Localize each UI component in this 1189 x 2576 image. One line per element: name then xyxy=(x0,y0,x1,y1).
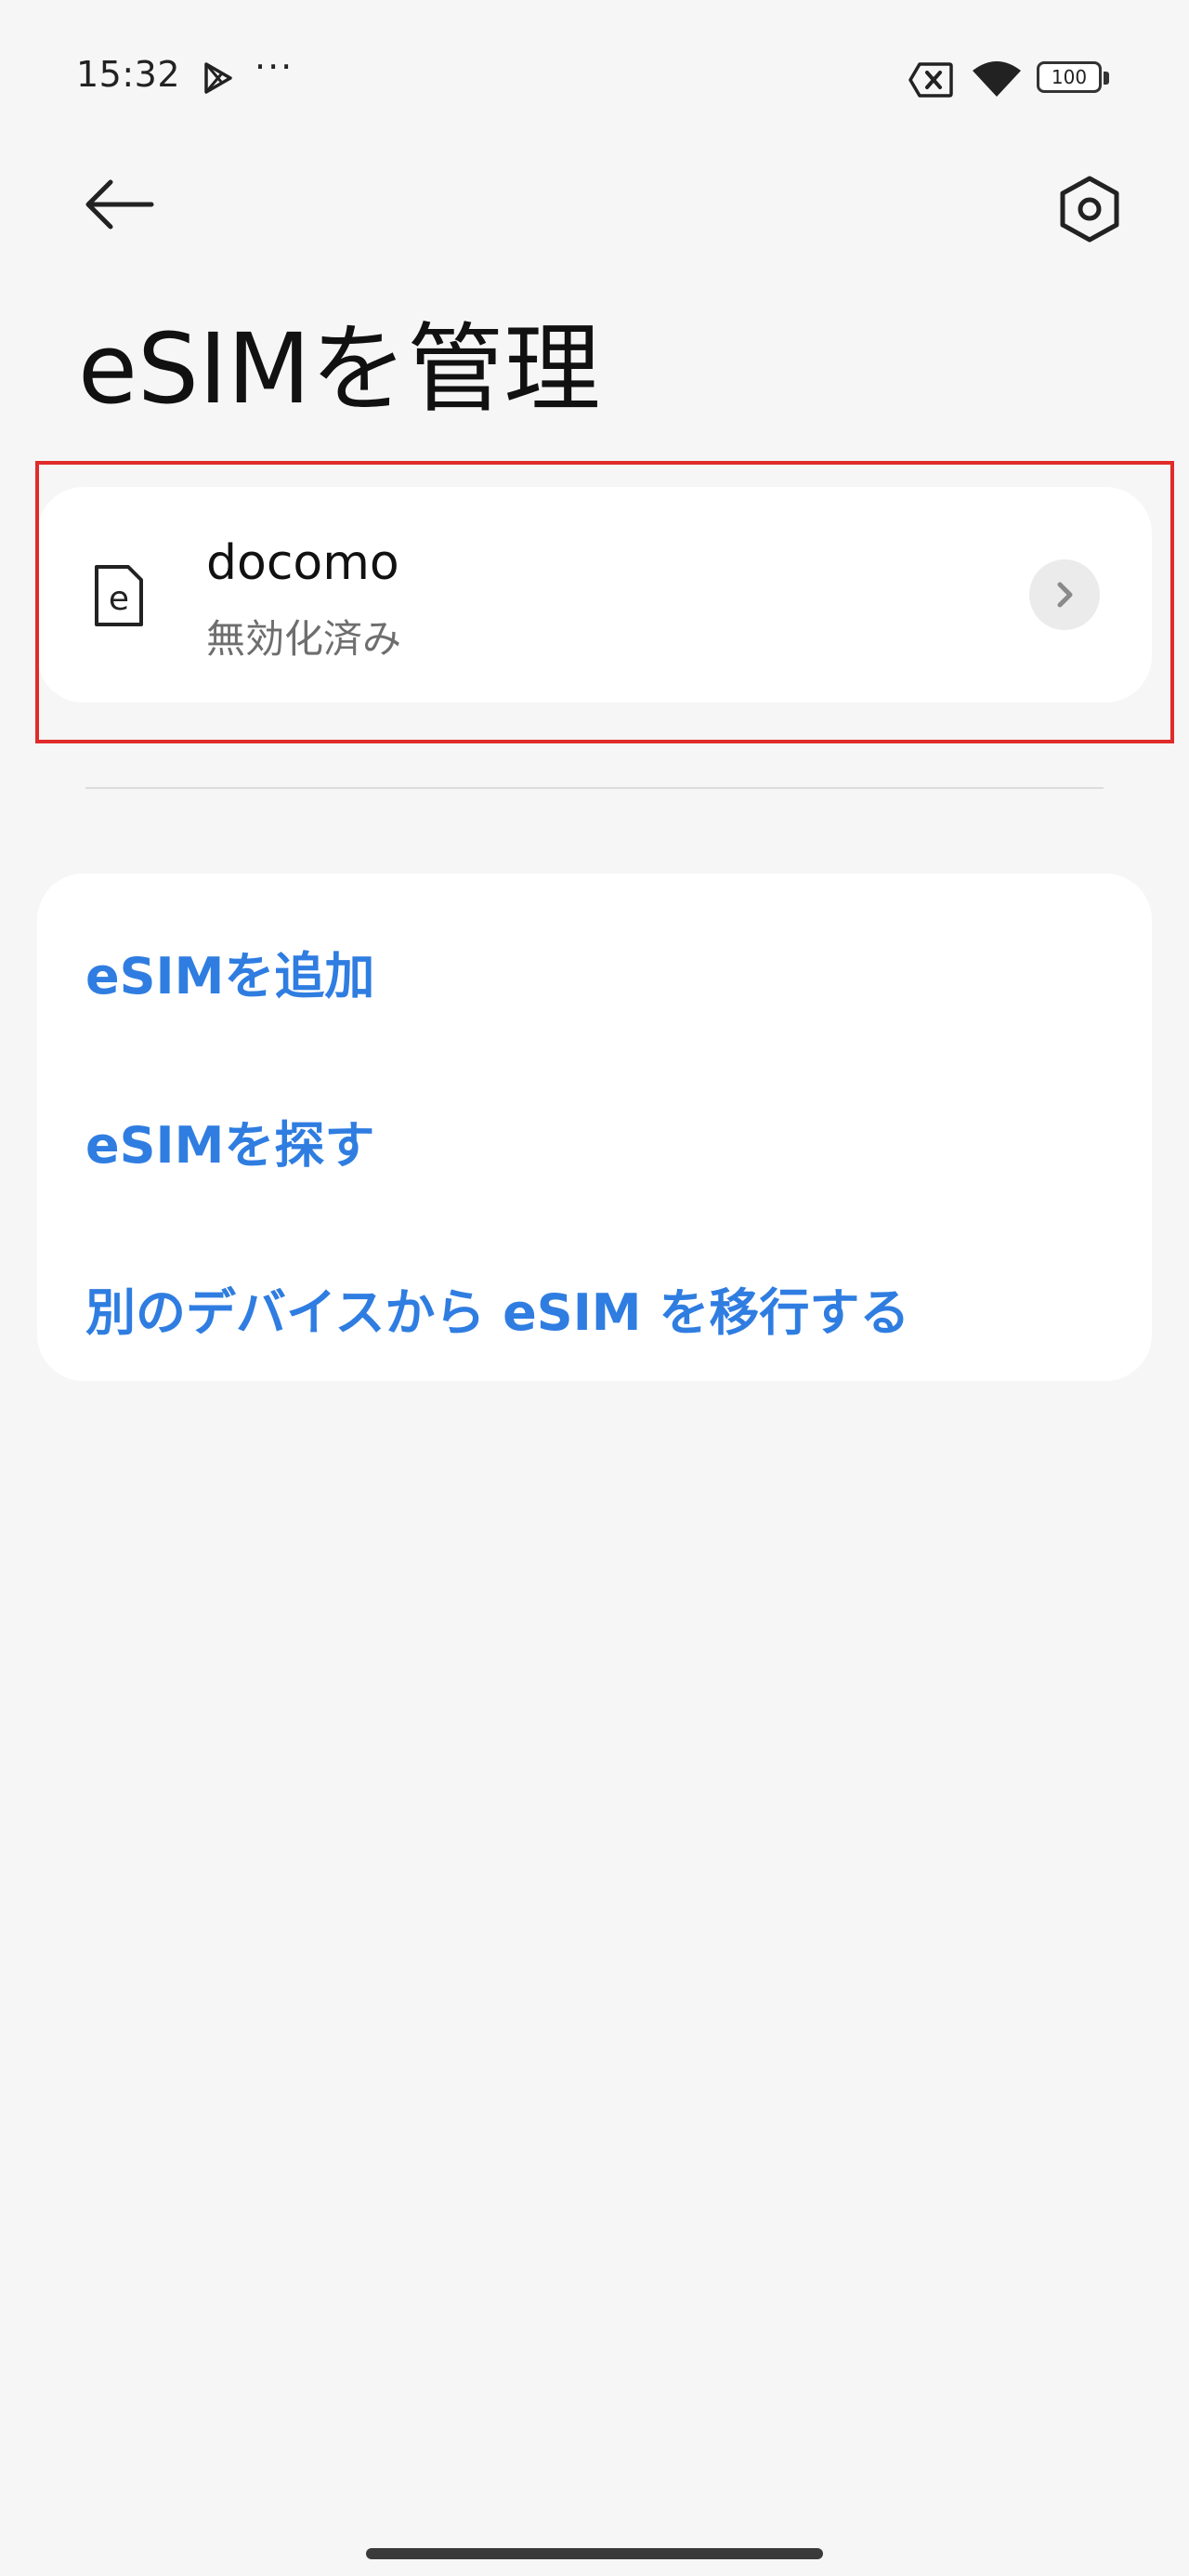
battery-tip xyxy=(1104,72,1109,85)
more-notifications-icon: ··· xyxy=(255,46,294,87)
arrow-left-icon xyxy=(85,179,154,230)
hexagon-settings-icon xyxy=(1060,176,1119,243)
esim-manage-screen: 15:32 ··· 100 eSIMを管理 e docomo 無効化済み eSI… xyxy=(0,0,1189,2576)
page-title: eSIMを管理 xyxy=(78,312,601,426)
back-button[interactable] xyxy=(76,167,163,242)
battery-icon: 100 xyxy=(1037,61,1113,97)
esim-actions-card: eSIMを追加 eSIMを探す 別のデバイスから eSIM を移行する xyxy=(37,874,1152,1381)
sim-error-icon xyxy=(908,62,953,98)
wifi-icon xyxy=(973,61,1021,97)
settings-button[interactable] xyxy=(1048,167,1131,251)
home-indicator[interactable] xyxy=(366,2548,823,2559)
transfer-esim-link[interactable]: 別のデバイスから eSIM を移行する xyxy=(85,1271,909,1345)
section-divider xyxy=(85,787,1104,789)
play-store-icon xyxy=(204,62,232,94)
battery-level: 100 xyxy=(1037,61,1102,93)
highlight-box xyxy=(35,461,1174,743)
status-bar: 15:32 ··· 100 xyxy=(0,0,1189,158)
status-time: 15:32 xyxy=(76,54,181,95)
add-esim-link[interactable]: eSIMを追加 xyxy=(85,935,374,1008)
find-esim-link[interactable]: eSIMを探す xyxy=(85,1104,374,1177)
